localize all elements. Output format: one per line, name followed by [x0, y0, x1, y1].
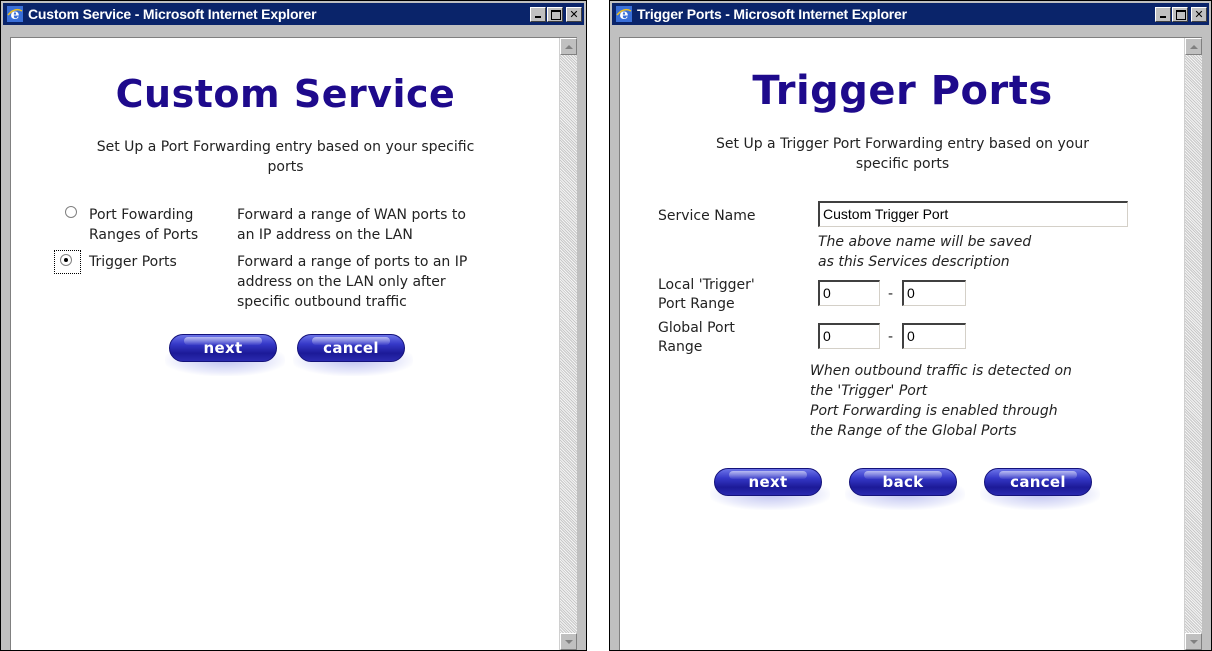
page-title: Custom Service: [115, 72, 456, 116]
option-desc-line: specific outbound traffic: [237, 294, 407, 310]
page-title: Trigger Ports: [752, 68, 1053, 114]
maximize-icon[interactable]: [547, 6, 563, 22]
window-title: Trigger Ports - Microsoft Internet Explo…: [637, 6, 907, 22]
trigger-ports-description: Forward a range of ports to an IP addres…: [237, 252, 467, 312]
global-port-range-label: Global Port Range: [658, 319, 735, 357]
service-name-input[interactable]: Custom Trigger Port: [818, 201, 1128, 227]
maximize-icon[interactable]: [1172, 6, 1188, 22]
ie-icon: e: [616, 6, 632, 22]
scroll-down-icon[interactable]: [560, 633, 577, 650]
page-area: Trigger Ports Set Up a Trigger Port Forw…: [619, 37, 1202, 650]
option-desc-line: address on the LAN only after: [237, 274, 446, 290]
window-title: Custom Service - Microsoft Internet Expl…: [28, 6, 317, 22]
port-forwarding-radio[interactable]: [65, 206, 77, 218]
trigger-ports-radio[interactable]: [60, 254, 72, 266]
option-label-line: Port Fowarding: [89, 207, 194, 223]
label-line: Local 'Trigger': [658, 277, 755, 293]
next-button[interactable]: next: [710, 468, 830, 510]
range-dash: -: [888, 329, 894, 345]
option-desc-line: Forward a range of ports to an IP: [237, 254, 468, 270]
note-line: the 'Trigger' Port: [810, 383, 928, 399]
scroll-down-icon[interactable]: [1185, 633, 1202, 650]
intro-line: specific ports: [855, 156, 950, 172]
vertical-scrollbar[interactable]: [1184, 38, 1202, 650]
port-forwarding-label: Port Fowarding Ranges of Ports: [89, 205, 198, 245]
trigger-ports-window: e Trigger Ports - Microsoft Internet Exp…: [609, 0, 1212, 651]
intro-text: Set Up a Port Forwarding entry based on …: [31, 137, 540, 177]
cancel-button[interactable]: cancel: [293, 334, 413, 376]
close-icon[interactable]: ✕: [566, 6, 582, 22]
custom-service-window: e Custom Service - Microsoft Internet Ex…: [0, 0, 587, 651]
scroll-up-icon[interactable]: [560, 38, 577, 55]
intro-text: Set Up a Trigger Port Forwarding entry b…: [640, 134, 1165, 174]
note-line: as this Services description: [818, 254, 1010, 270]
trigger-explanation: When outbound traffic is detected on the…: [810, 361, 1072, 441]
vertical-scrollbar[interactable]: [559, 38, 577, 650]
option-desc-line: an IP address on the LAN: [237, 227, 413, 243]
global-port-to-input[interactable]: 0: [902, 323, 966, 349]
title-bar[interactable]: e Custom Service - Microsoft Internet Ex…: [3, 3, 584, 25]
note-line: the Range of the Global Ports: [810, 423, 1017, 439]
global-port-from-input[interactable]: 0: [818, 323, 880, 349]
intro-line: Set Up a Port Forwarding entry based on …: [96, 139, 475, 155]
title-bar[interactable]: e Trigger Ports - Microsoft Internet Exp…: [612, 3, 1209, 25]
next-button[interactable]: next: [165, 334, 285, 376]
minimize-icon[interactable]: [1155, 6, 1171, 22]
intro-line: ports: [267, 159, 304, 175]
local-port-range-label: Local 'Trigger' Port Range: [658, 276, 755, 314]
cancel-button[interactable]: cancel: [980, 468, 1100, 510]
note-line: When outbound traffic is detected on: [810, 363, 1072, 379]
note-line: The above name will be saved: [818, 234, 1032, 250]
ie-icon: e: [7, 6, 23, 22]
intro-line: Set Up a Trigger Port Forwarding entry b…: [716, 136, 1089, 152]
page-area: Custom Service Set Up a Port Forwarding …: [10, 37, 577, 650]
option-desc-line: Forward a range of WAN ports to: [237, 207, 466, 223]
option-label-line: Ranges of Ports: [89, 227, 199, 243]
minimize-icon[interactable]: [530, 6, 546, 22]
label-line: Range: [658, 339, 703, 355]
port-forwarding-description: Forward a range of WAN ports to an IP ad…: [237, 205, 466, 245]
local-port-from-input[interactable]: 0: [818, 280, 880, 306]
note-line: Port Forwarding is enabled through: [810, 403, 1058, 419]
scroll-up-icon[interactable]: [1185, 38, 1202, 55]
label-line: Global Port: [658, 320, 735, 336]
service-name-note: The above name will be saved as this Ser…: [818, 232, 1031, 272]
option-label-line: Trigger Ports: [89, 254, 177, 270]
back-button[interactable]: back: [845, 468, 965, 510]
trigger-ports-label: Trigger Ports: [89, 252, 177, 272]
local-port-to-input[interactable]: 0: [902, 280, 966, 306]
range-dash: -: [888, 286, 894, 302]
label-line: Port Range: [658, 296, 735, 312]
close-icon[interactable]: ✕: [1191, 6, 1207, 22]
service-name-label: Service Name: [658, 208, 756, 224]
